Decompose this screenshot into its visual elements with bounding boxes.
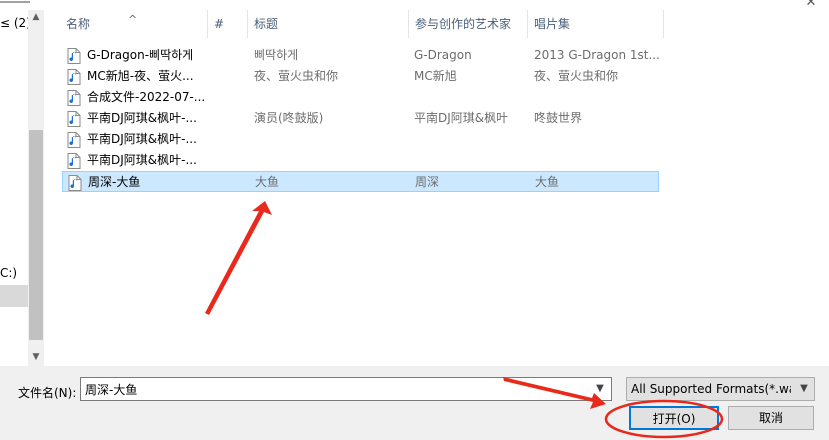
nav-scrollbar[interactable]: ▲ ▼	[28, 10, 44, 366]
scrollbar-thumb[interactable]	[29, 130, 43, 340]
column-header-number[interactable]: #	[208, 10, 248, 38]
file-artist: G-Dragon	[414, 48, 472, 62]
column-header-album[interactable]: 唱片集	[528, 10, 664, 38]
file-album: 大鱼	[535, 175, 560, 189]
audio-file-icon	[67, 69, 81, 85]
file-artist	[414, 150, 529, 171]
audio-file-icon	[67, 48, 81, 64]
column-header-title-label: 标题	[254, 17, 279, 31]
title-fragment	[0, 0, 42, 6]
column-header-row: 名称 ^ # 标题 参与创作的艺术家 唱片集	[44, 10, 664, 38]
sort-ascending-icon: ^	[128, 13, 138, 26]
file-name: G-Dragon-삐딱하게	[87, 48, 194, 62]
file-row[interactable]: 周深-大鱼 大鱼 周深 大鱼	[62, 171, 659, 192]
open-button[interactable]: 打开(O)	[629, 406, 719, 430]
filename-combobox[interactable]: ▼	[80, 377, 612, 401]
file-type-value: All Supported Formats(*.wav	[631, 382, 791, 396]
file-row[interactable]: 平南DJ阿琪&枫叶-... 演员(咚鼓版) 平南DJ阿琪&枫叶 咚鼓世界	[62, 108, 659, 129]
file-album	[534, 87, 659, 108]
file-row[interactable]: G-Dragon-삐딱하게 삐딱하게 G-Dragon 2013 G-Dragon 1…	[62, 45, 659, 66]
file-title: 演员(咚鼓版)	[254, 111, 324, 125]
file-album: 夜、萤火虫和你	[534, 69, 619, 83]
close-icon[interactable]: ✕	[803, 0, 819, 10]
file-artist: MC新旭	[414, 69, 457, 83]
file-artist: 平南DJ阿琪&枫叶	[414, 111, 509, 125]
file-title	[254, 87, 409, 108]
file-name: 平南DJ阿琪&枫叶-...	[87, 153, 197, 167]
file-name: 平南DJ阿琪&枫叶-...	[87, 132, 197, 146]
audio-file-icon	[67, 90, 81, 106]
file-name: 合成文件-2022-07-...	[87, 90, 206, 104]
file-name: MC新旭-夜、萤火...	[87, 69, 194, 83]
file-title: 大鱼	[255, 175, 280, 189]
scroll-up-icon[interactable]: ▲	[28, 10, 44, 24]
dialog-footer: 文件名(N): ▼ All Supported Formats(*.wav ▼ …	[0, 366, 829, 440]
column-header-artist[interactable]: 参与创作的艺术家	[409, 10, 528, 38]
file-row[interactable]: 平南DJ阿琪&枫叶-...	[62, 129, 659, 150]
file-artist	[414, 129, 529, 150]
chevron-down-icon[interactable]: ▼	[589, 378, 611, 400]
column-header-title[interactable]: 标题	[248, 10, 409, 38]
file-title: 삐딱하게	[254, 48, 299, 62]
file-title	[254, 150, 409, 171]
filename-input[interactable]	[81, 378, 589, 400]
chevron-down-icon[interactable]: ▼	[796, 378, 812, 400]
column-header-number-label: #	[214, 17, 225, 31]
audio-file-icon	[67, 132, 81, 148]
file-album: 2013 G-Dragon 1st...	[534, 48, 659, 62]
filename-label: 文件名(N):	[18, 386, 77, 400]
audio-file-icon	[67, 153, 81, 169]
file-album: 咚鼓世界	[534, 111, 583, 125]
file-row[interactable]: MC新旭-夜、萤火... 夜、萤火虫和你 MC新旭 夜、萤火虫和你	[62, 66, 659, 87]
file-row[interactable]: 平南DJ阿琪&枫叶-...	[62, 150, 659, 171]
file-title: 夜、萤火虫和你	[254, 69, 339, 83]
nav-item-drive-c[interactable]: C:)	[0, 266, 17, 280]
cancel-button[interactable]: 取消	[728, 406, 814, 430]
file-album	[534, 150, 659, 171]
file-artist	[414, 87, 529, 108]
file-type-select[interactable]: All Supported Formats(*.wav ▼	[626, 377, 815, 401]
nav-item-selected[interactable]	[0, 285, 28, 307]
nav-item-group[interactable]: ≤ (2)	[0, 16, 31, 30]
column-header-name-label: 名称	[66, 17, 91, 31]
column-header-artist-label: 参与创作的艺术家	[415, 17, 512, 31]
file-album	[534, 129, 659, 150]
column-header-album-label: 唱片集	[534, 17, 571, 31]
audio-file-icon	[67, 111, 81, 127]
audio-file-icon	[68, 175, 82, 191]
column-header-name[interactable]: 名称 ^	[44, 10, 208, 38]
file-name: 平南DJ阿琪&枫叶-...	[87, 111, 197, 125]
scroll-down-icon[interactable]: ▼	[28, 350, 44, 364]
title-bar: ✕	[0, 0, 829, 10]
file-row[interactable]: 合成文件-2022-07-...	[62, 87, 659, 108]
file-title	[254, 129, 409, 150]
file-list: 名称 ^ # 标题 参与创作的艺术家 唱片集 G-Dragon-삐딱하게 삐딱하게…	[44, 10, 829, 366]
file-name: 周深-大鱼	[88, 175, 141, 189]
file-artist: 周深	[415, 175, 440, 189]
